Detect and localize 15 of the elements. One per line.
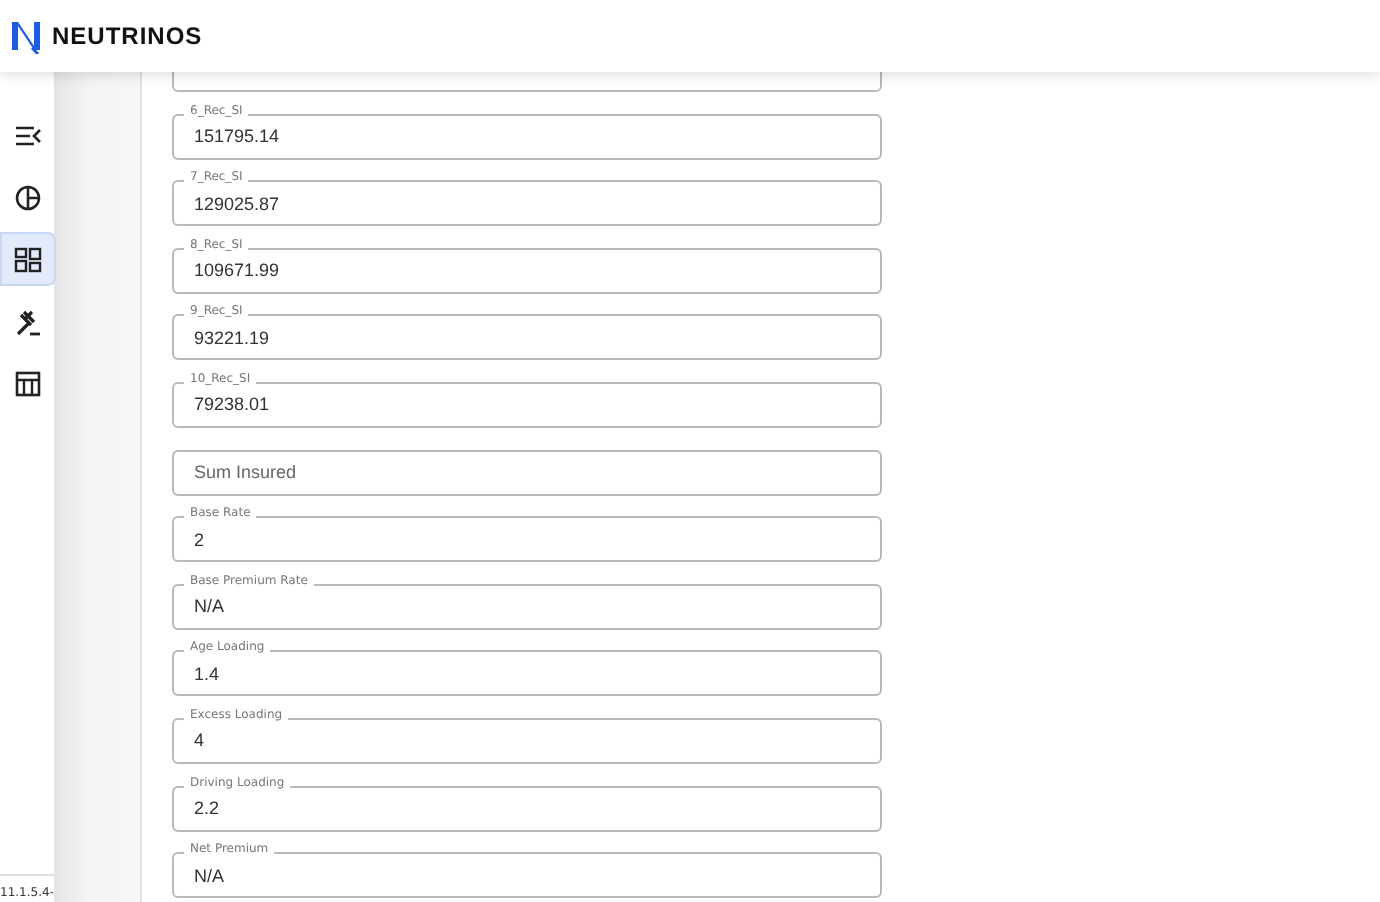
table-icon: [14, 369, 42, 397]
input-field[interactable]: N/A: [172, 583, 882, 630]
input-field[interactable]: 93221.19: [172, 314, 882, 361]
dashboard-icon: [14, 245, 42, 273]
input-field[interactable]: Sum Insured: [172, 449, 882, 496]
pie-chart-icon: [14, 183, 42, 211]
menu-collapse-icon: [14, 121, 42, 149]
input-field[interactable]: 129025.87: [172, 180, 882, 227]
input-field[interactable]: 1.4: [172, 650, 882, 697]
sidebar-item[interactable]: [0, 232, 56, 286]
brand-name: NEUTRINOS: [52, 20, 203, 54]
gavel-icon: [14, 307, 42, 335]
input-field[interactable]: N/A: [172, 852, 882, 899]
logo-icon: [8, 18, 44, 54]
input-field[interactable]: 2: [172, 516, 882, 563]
